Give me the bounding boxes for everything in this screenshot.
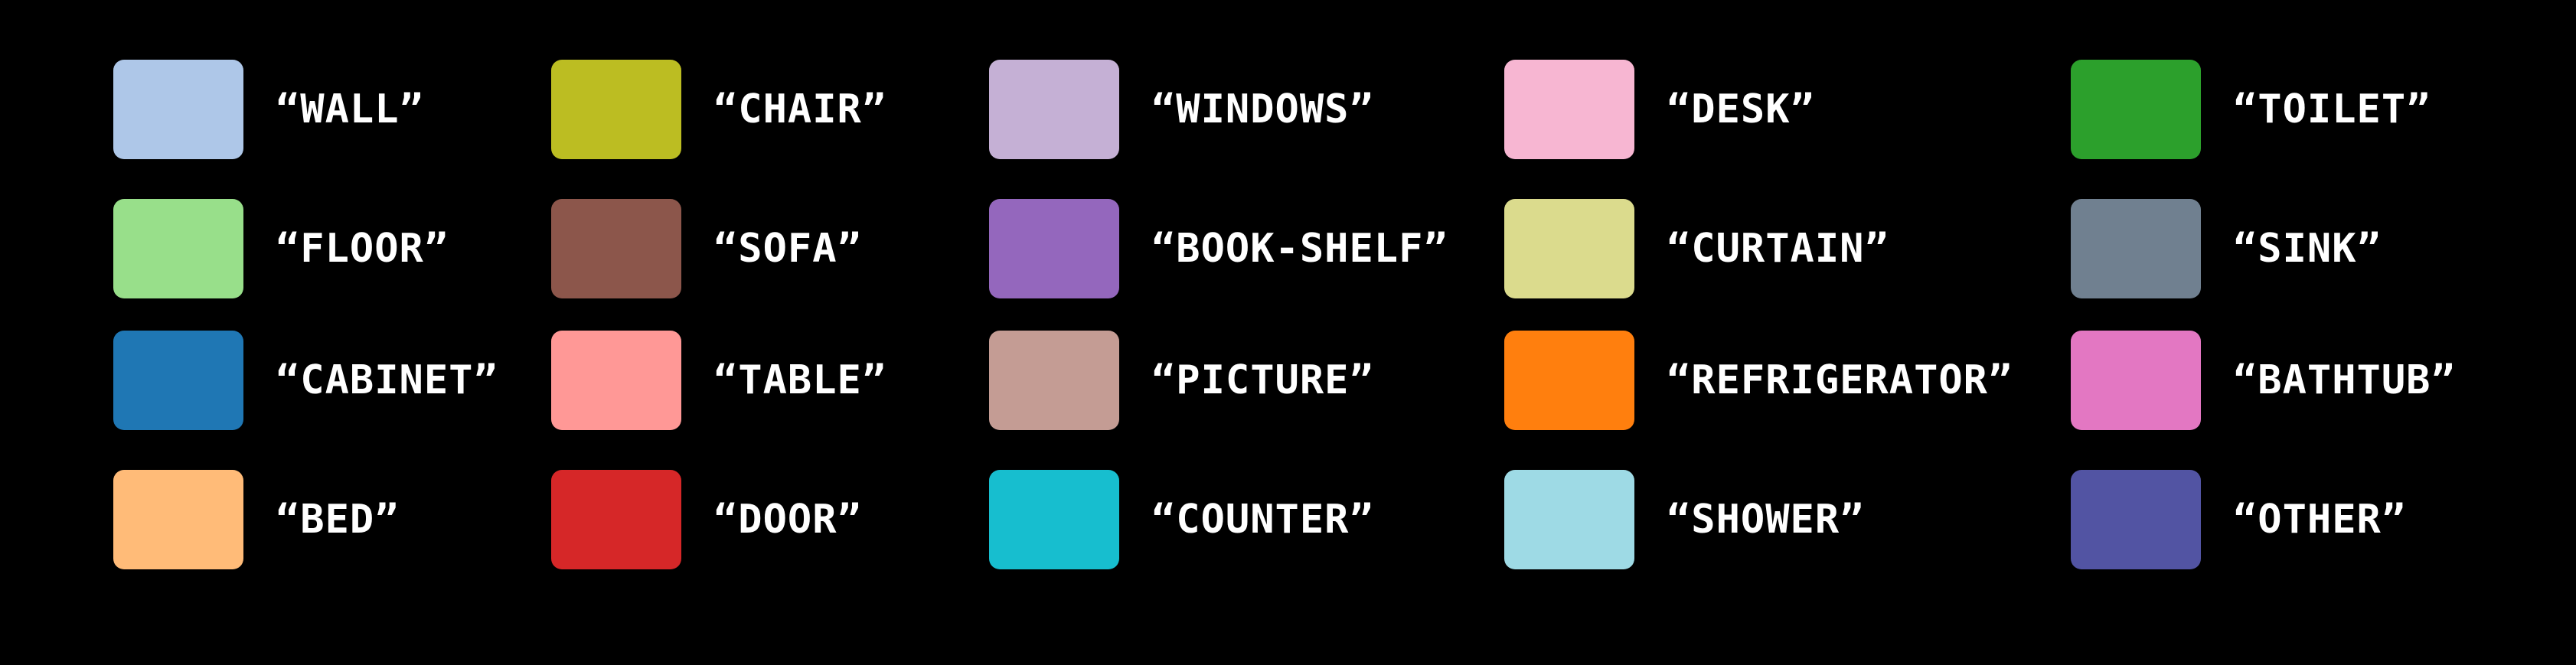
curtain-color-swatch (1504, 199, 1634, 298)
windows-color-swatch (989, 60, 1119, 159)
desk-color-swatch (1504, 60, 1634, 159)
windows-label: “WINDOWS” (1151, 86, 1374, 132)
sofa-label: “SOFA” (713, 226, 862, 272)
picture-label: “PICTURE” (1151, 357, 1374, 403)
curtain-label: “CURTAIN” (1667, 226, 1889, 272)
legend-item-book-shelf: “BOOK-SHELF” (989, 199, 1448, 298)
floor-color-swatch (113, 199, 243, 298)
bed-color-swatch (113, 470, 243, 569)
toilet-label: “TOILET” (2233, 86, 2431, 132)
cabinet-label: “CABINET” (276, 357, 498, 403)
legend-item-counter: “COUNTER” (989, 470, 1374, 569)
chair-color-swatch (551, 60, 681, 159)
legend-item-picture: “PICTURE” (989, 331, 1374, 430)
other-label: “OTHER” (2233, 497, 2407, 543)
sink-color-swatch (2071, 199, 2201, 298)
chair-label: “CHAIR” (713, 86, 887, 132)
table-label: “TABLE” (713, 357, 887, 403)
picture-color-swatch (989, 331, 1119, 430)
door-color-swatch (551, 470, 681, 569)
legend-item-sink: “SINK” (2071, 199, 2382, 298)
legend-item-bed: “BED” (113, 470, 400, 569)
legend-item-wall: “WALL” (113, 60, 424, 159)
shower-label: “SHOWER” (1667, 497, 1865, 543)
bathtub-color-swatch (2071, 331, 2201, 430)
legend-item-table: “TABLE” (551, 331, 886, 430)
legend-item-cabinet: “CABINET” (113, 331, 498, 430)
counter-color-swatch (989, 470, 1119, 569)
wall-label: “WALL” (276, 86, 424, 132)
legend-item-windows: “WINDOWS” (989, 60, 1374, 159)
legend-item-chair: “CHAIR” (551, 60, 886, 159)
floor-label: “FLOOR” (276, 226, 449, 272)
table-color-swatch (551, 331, 681, 430)
legend-item-refrigerator: “REFRIGERATOR” (1504, 331, 2013, 430)
legend-item-floor: “FLOOR” (113, 199, 449, 298)
refrigerator-label: “REFRIGERATOR” (1667, 357, 2013, 403)
shower-color-swatch (1504, 470, 1634, 569)
bathtub-label: “BATHTUB” (2233, 357, 2456, 403)
book-shelf-color-swatch (989, 199, 1119, 298)
legend-item-curtain: “CURTAIN” (1504, 199, 1889, 298)
legend-item-bathtub: “BATHTUB” (2071, 331, 2456, 430)
legend-item-sofa: “SOFA” (551, 199, 862, 298)
sink-label: “SINK” (2233, 226, 2382, 272)
legend-item-shower: “SHOWER” (1504, 470, 1864, 569)
legend-item-other: “OTHER” (2071, 470, 2406, 569)
refrigerator-color-swatch (1504, 331, 1634, 430)
other-color-swatch (2071, 470, 2201, 569)
door-label: “DOOR” (713, 497, 862, 543)
counter-label: “COUNTER” (1151, 497, 1374, 543)
sofa-color-swatch (551, 199, 681, 298)
legend-item-door: “DOOR” (551, 470, 862, 569)
desk-label: “DESK” (1667, 86, 1815, 132)
toilet-color-swatch (2071, 60, 2201, 159)
legend-item-toilet: “TOILET” (2071, 60, 2431, 159)
legend-item-desk: “DESK” (1504, 60, 1815, 159)
cabinet-color-swatch (113, 331, 243, 430)
book-shelf-label: “BOOK-SHELF” (1151, 226, 1448, 272)
color-legend: “WALL” “FLOOR” “CABINET” “BED” “CHAIR” “… (0, 0, 2576, 665)
bed-label: “BED” (276, 497, 400, 543)
wall-color-swatch (113, 60, 243, 159)
